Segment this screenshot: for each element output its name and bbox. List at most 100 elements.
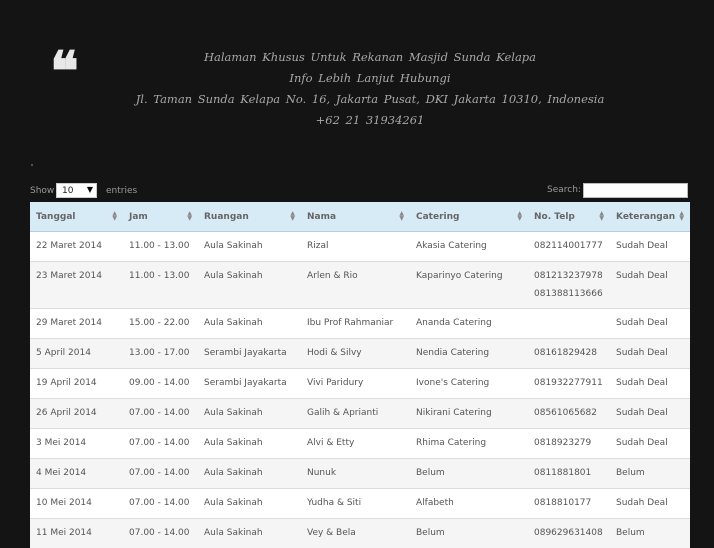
cell-jam-text: 11.00 - 13.00 bbox=[129, 271, 190, 281]
cell-ruangan: Aula Sakinah bbox=[198, 398, 301, 429]
cell-nama: Vivi Paridury bbox=[301, 368, 410, 399]
page-size-value: 10 bbox=[62, 186, 74, 196]
cell-keterangan-text: Belum bbox=[616, 528, 645, 538]
cell-tanggal-text: 23 Maret 2014 bbox=[36, 271, 102, 281]
cell-nama-text: Rizal bbox=[307, 241, 329, 251]
cell-nama-text: Vivi Paridury bbox=[307, 378, 364, 388]
cell-catering-text: Nendia Catering bbox=[416, 348, 490, 358]
cell-catering-text: Kaparinyo Catering bbox=[416, 271, 503, 281]
table-row: 10 Mei 2014 07.00 - 14.00 Aula Sakinah Yudh… bbox=[30, 488, 690, 519]
column-header-keterangan[interactable]: Keterangan ▲ ▼ bbox=[610, 202, 690, 232]
table-body: 22 Maret 2014 11.00 - 13.00 Aula Sakinah Ri… bbox=[30, 231, 690, 548]
cell-jam-text: 07.00 - 14.00 bbox=[129, 528, 190, 538]
cell-tanggal: 26 April 2014 bbox=[30, 398, 123, 429]
table-row: 3 Mei 2014 07.00 - 14.00 Aula Sakinah Alvi … bbox=[30, 428, 690, 459]
info-line-phone: +62 21 31934261 bbox=[315, 113, 425, 127]
cell-nama: Arlen & Rio bbox=[301, 261, 410, 309]
cell-catering-text: Nikirani Catering bbox=[416, 408, 492, 418]
column-header-label: Jam bbox=[129, 211, 148, 222]
column-header-ruangan[interactable]: Ruangan ▲ ▼ bbox=[198, 202, 301, 232]
cell-telp: 0811881801 bbox=[528, 458, 610, 489]
schedule-table: Tanggal ▲ ▼ Jam ▲ ▼ Ruangan ▲ ▼ Nama ▲ ▼ Catering ▲ ▼ N… bbox=[30, 202, 690, 548]
cell-tanggal: 5 April 2014 bbox=[30, 338, 123, 369]
cell-tanggal: 22 Maret 2014 bbox=[30, 231, 123, 262]
cell-telp: 08561065682 bbox=[528, 398, 610, 429]
sort-icon: ▲ ▼ bbox=[399, 210, 404, 222]
cell-telp-text: 08561065682 bbox=[534, 408, 597, 418]
cell-catering: Belum bbox=[410, 458, 528, 489]
cell-keterangan: Sudah Deal bbox=[610, 398, 690, 429]
cell-jam-text: 07.00 - 14.00 bbox=[129, 438, 190, 448]
cell-jam: 07.00 - 14.00 bbox=[123, 518, 198, 548]
cell-ruangan: Serambi Jayakarta bbox=[198, 368, 301, 399]
sort-icon: ▲ ▼ bbox=[517, 210, 522, 222]
page-size-select[interactable]: 10 ▼ bbox=[56, 183, 97, 198]
table-row: 22 Maret 2014 11.00 - 13.00 Aula Sakinah Ri… bbox=[30, 231, 690, 262]
cell-ruangan-text: Aula Sakinah bbox=[204, 408, 263, 418]
cell-ruangan-text: Aula Sakinah bbox=[204, 318, 263, 328]
cell-jam-text: 07.00 - 14.00 bbox=[129, 498, 190, 508]
cell-tanggal: 3 Mei 2014 bbox=[30, 428, 123, 459]
column-header-label: Tanggal bbox=[36, 211, 76, 222]
column-header-catering[interactable]: Catering ▲ ▼ bbox=[410, 202, 528, 232]
table-row: 19 April 2014 09.00 - 14.00 Serambi Jayaka… bbox=[30, 368, 690, 399]
quote-icon: ❛❛ bbox=[50, 39, 79, 103]
cell-tanggal-text: 26 April 2014 bbox=[36, 408, 97, 418]
cell-telp: 082114001777 bbox=[528, 231, 610, 262]
table-row: 29 Maret 2014 15.00 - 22.00 Aula Sakinah Ib… bbox=[30, 308, 690, 339]
cell-telp: 0818810177 bbox=[528, 488, 610, 519]
column-header-label: Nama bbox=[307, 211, 337, 222]
cell-ruangan: Aula Sakinah bbox=[198, 518, 301, 548]
cell-jam-text: 15.00 - 22.00 bbox=[129, 318, 190, 328]
cell-jam: 07.00 - 14.00 bbox=[123, 458, 198, 489]
cell-keterangan: Belum bbox=[610, 458, 690, 489]
cell-tanggal-text: 3 Mei 2014 bbox=[36, 438, 87, 448]
info-line-contact: Info Lebih Lanjut Hubungi bbox=[289, 71, 451, 85]
cell-ruangan: Aula Sakinah bbox=[198, 261, 301, 309]
cell-keterangan-text: Sudah Deal bbox=[616, 438, 668, 448]
cell-nama-text: Yudha & Siti bbox=[307, 498, 362, 508]
cell-nama-text: Galih & Aprianti bbox=[307, 408, 379, 418]
cell-telp-secondary-text: 081388113666 bbox=[534, 289, 603, 299]
cell-jam-text: 09.00 - 14.00 bbox=[129, 378, 190, 388]
cell-jam: 09.00 - 14.00 bbox=[123, 368, 198, 399]
table-row: 11 Mei 2014 07.00 - 14.00 Aula Sakinah Vey … bbox=[30, 518, 690, 548]
info-line-address: Jl. Taman Sunda Kelapa No. 16, Jakarta P… bbox=[135, 92, 605, 106]
cell-keterangan-text: Sudah Deal bbox=[616, 498, 668, 508]
sort-icon: ▲ ▼ bbox=[112, 210, 117, 222]
cell-tanggal-text: 5 April 2014 bbox=[36, 348, 91, 358]
cell-ruangan-text: Aula Sakinah bbox=[204, 528, 263, 538]
info-line-title: Halaman Khusus Untuk Rekanan Masjid Sund… bbox=[203, 50, 537, 64]
column-header-label: No. Telp bbox=[534, 211, 575, 222]
contact-info: Halaman Khusus Untuk Rekanan Masjid Sund… bbox=[120, 47, 620, 131]
search-input[interactable] bbox=[583, 183, 688, 198]
cell-ruangan-text: Aula Sakinah bbox=[204, 468, 263, 478]
cell-jam: 15.00 - 22.00 bbox=[123, 308, 198, 339]
show-label: Show bbox=[30, 186, 55, 196]
cell-catering-text: Belum bbox=[416, 528, 445, 538]
cell-jam-text: 11.00 - 13.00 bbox=[129, 241, 190, 251]
cell-nama: Ibu Prof Rahmaniar bbox=[301, 308, 410, 339]
cell-nama: Rizal bbox=[301, 231, 410, 262]
cell-ruangan: Serambi Jayakarta bbox=[198, 338, 301, 369]
cell-nama-text: Nunuk bbox=[307, 468, 337, 478]
cell-tanggal-text: 4 Mei 2014 bbox=[36, 468, 87, 478]
cell-jam: 07.00 - 14.00 bbox=[123, 488, 198, 519]
column-header-jam[interactable]: Jam ▲ ▼ bbox=[123, 202, 198, 232]
cell-ruangan-text: Serambi Jayakarta bbox=[204, 378, 287, 388]
cell-ruangan-text: Aula Sakinah bbox=[204, 438, 263, 448]
cell-telp: 089629631408 bbox=[528, 518, 610, 548]
cell-telp-text: 08161829428 bbox=[534, 348, 597, 358]
column-header-label: Ruangan bbox=[204, 211, 249, 222]
chevron-down-icon: ▼ bbox=[86, 185, 93, 194]
column-header-nama[interactable]: Nama ▲ ▼ bbox=[301, 202, 410, 232]
divider-dot bbox=[31, 164, 33, 166]
entries-label: entries bbox=[106, 186, 138, 196]
column-header-no-telp[interactable]: No. Telp ▲ ▼ bbox=[528, 202, 610, 232]
column-header-tanggal[interactable]: Tanggal ▲ ▼ bbox=[30, 202, 123, 232]
cell-catering: Ananda Catering bbox=[410, 308, 528, 339]
cell-telp-text: 0811881801 bbox=[534, 468, 592, 478]
cell-telp bbox=[528, 308, 610, 339]
cell-catering: Ivone's Catering bbox=[410, 368, 528, 399]
cell-tanggal: 23 Maret 2014 bbox=[30, 261, 123, 309]
